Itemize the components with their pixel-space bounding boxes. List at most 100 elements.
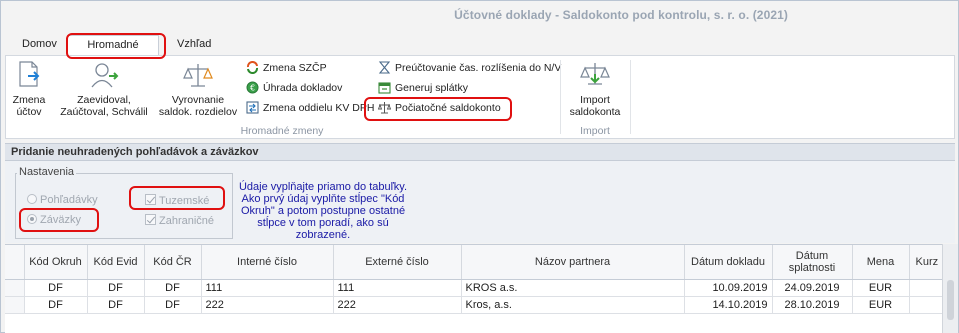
hourglass-icon xyxy=(378,61,391,74)
refresh-icon xyxy=(247,60,258,75)
user-check-icon xyxy=(91,63,119,88)
data-grid: Kód Okruh Kód Evid Kód ČR Interné číslo … xyxy=(5,244,955,333)
svg-text:€: € xyxy=(250,84,255,93)
cell[interactable]: 14.10.2019 xyxy=(684,296,773,314)
balance-differences-button[interactable]: Vyrovnanie saldok. rozdielov xyxy=(158,60,238,118)
col-datum-splatnosti[interactable]: Dátum splatnosti xyxy=(772,245,853,280)
table-row[interactable]: DF DF DF 111 111 KROS a.s. 10.09.2019 24… xyxy=(5,279,955,297)
cell[interactable]: KROS a.s. xyxy=(461,279,685,297)
record-approve-label-2: Zaúčtoval, Schválil xyxy=(60,106,148,118)
change-kv-dph-label: Zmena oddielu KV DPH xyxy=(263,102,375,114)
radio-selected-icon xyxy=(27,214,37,224)
change-accounts-button[interactable]: Zmena účtov xyxy=(12,60,46,118)
change-kv-dph-item[interactable]: Zmena oddielu KV DPH xyxy=(246,100,374,116)
row-selector[interactable] xyxy=(5,279,25,297)
pay-documents-item[interactable]: € Úhrada dokladov xyxy=(246,80,342,96)
col-nazov-partnera[interactable]: Názov partnera xyxy=(461,245,685,280)
title-bar: Účtovné doklady - Saldokonto pod kontrol… xyxy=(1,1,958,31)
ribbon-tabs: Domov Hromadné zmeny Vzhľad xyxy=(1,33,958,69)
group-separator-end xyxy=(630,60,631,134)
settings-legend: Nastavenia xyxy=(17,166,77,178)
col-mena[interactable]: Mena xyxy=(852,245,910,280)
change-szcp-item[interactable]: Zmena SZČP xyxy=(246,60,327,76)
checkbox-checked-icon xyxy=(145,194,156,205)
import-balance-button[interactable]: Import saldokonta xyxy=(564,60,626,118)
generate-installments-label: Generuj splátky xyxy=(395,82,468,94)
tab-home[interactable]: Domov xyxy=(16,35,63,55)
cell[interactable]: 10.09.2019 xyxy=(684,279,773,297)
cell[interactable]: DF xyxy=(87,279,145,297)
grid-table: Kód Okruh Kód Evid Kód ČR Interné číslo … xyxy=(5,245,955,314)
scrollbar-thumb[interactable] xyxy=(947,280,954,320)
pay-documents-label: Úhrada dokladov xyxy=(263,82,343,94)
euro-coin-icon: € xyxy=(246,81,259,94)
payables-label: Záväzky xyxy=(40,214,81,226)
row-selector[interactable] xyxy=(5,296,25,314)
cell[interactable]: 111 xyxy=(201,279,334,297)
col-kod-cr[interactable]: Kód ČR xyxy=(144,245,202,280)
generate-installments-item[interactable]: Generuj splátky xyxy=(378,80,468,96)
balance-differences-label-2: saldok. rozdielov xyxy=(158,106,238,118)
cell[interactable]: DF xyxy=(144,279,202,297)
record-approve-label-1: Zaevidoval, xyxy=(77,94,131,106)
panel-title: Pridanie neuhradených pohľadávok a záväz… xyxy=(5,143,955,161)
section-change-icon xyxy=(246,101,259,114)
window-title: Účtovné doklady - Saldokonto pod kontrol… xyxy=(454,8,788,22)
cell[interactable]: 24.09.2019 xyxy=(772,279,853,297)
checkbox-checked-icon xyxy=(145,214,156,225)
initial-balance-item[interactable]: Počiatočné saldokonto xyxy=(377,100,501,116)
domestic-label: Tuzemské xyxy=(159,195,210,207)
cell[interactable]: DF xyxy=(87,296,145,314)
foreign-checkbox[interactable]: Zahraničné xyxy=(145,214,214,227)
rebook-accruals-item[interactable]: Preúčtovanie čas. rozlíšenia do N/V xyxy=(378,60,561,76)
cell[interactable]: EUR xyxy=(852,296,910,314)
cell[interactable]: EUR xyxy=(852,279,910,297)
cell[interactable]: DF xyxy=(24,279,88,297)
ribbon: Zmena účtov Zaevidoval, Zaúčtoval, Schvá… xyxy=(5,55,955,139)
group-label-bulk-changes: Hromadné zmeny xyxy=(240,125,324,137)
import-balance-label-1: Import xyxy=(580,94,610,106)
group-label-import: Import xyxy=(580,125,610,137)
cell[interactable]: DF xyxy=(24,296,88,314)
import-balance-label-2: saldokonta xyxy=(569,106,621,118)
col-kod-evid[interactable]: Kód Evid xyxy=(87,245,145,280)
settings-area: Nastavenia Pohľadávky Záväzky Tuzemské Z… xyxy=(5,161,955,243)
receivables-label: Pohľadávky xyxy=(40,194,98,206)
cell[interactable]: 222 xyxy=(201,296,334,314)
scales-small-icon xyxy=(377,102,392,114)
change-szcp-label: Zmena SZČP xyxy=(263,62,327,74)
row-selector-header xyxy=(5,245,25,280)
table-row[interactable]: DF DF DF 222 222 Kros, a.s. 14.10.2019 2… xyxy=(5,296,955,314)
tab-view[interactable]: Vzhľad xyxy=(171,35,217,55)
instructions-text: Údaje vyplňajte priamo do tabuľky. Ako p… xyxy=(238,181,408,241)
receivables-radio[interactable]: Pohľadávky xyxy=(27,194,98,206)
grid-header-row: Kód Okruh Kód Evid Kód ČR Interné číslo … xyxy=(5,245,955,280)
record-approve-button[interactable]: Zaevidoval, Zaúčtoval, Schválil xyxy=(56,60,152,118)
initial-balance-label: Počiatočné saldokonto xyxy=(395,102,501,114)
rebook-accruals-label: Preúčtovanie čas. rozlíšenia do N/V xyxy=(395,62,562,74)
change-accounts-label-1: Zmena xyxy=(12,94,46,106)
col-kod-okruh[interactable]: Kód Okruh xyxy=(24,245,88,280)
foreign-label: Zahraničné xyxy=(159,215,215,227)
cell[interactable]: DF xyxy=(144,296,202,314)
col-datum-dokladu[interactable]: Dátum dokladu xyxy=(684,245,773,280)
change-accounts-label-2: účtov xyxy=(16,106,42,118)
document-arrow-icon xyxy=(19,61,40,87)
vertical-scrollbar[interactable] xyxy=(942,244,958,333)
tab-bulk-changes[interactable]: Hromadné zmeny xyxy=(67,35,159,69)
cell[interactable]: 28.10.2019 xyxy=(772,296,853,314)
group-separator xyxy=(560,60,561,134)
cell[interactable]: 111 xyxy=(333,279,462,297)
col-interne-cislo[interactable]: Interné číslo xyxy=(201,245,334,280)
col-externe-cislo[interactable]: Externé číslo xyxy=(333,245,462,280)
cell[interactable]: Kros, a.s. xyxy=(461,296,685,314)
scales-import-icon xyxy=(580,63,610,85)
payables-radio[interactable]: Záväzky xyxy=(27,214,81,226)
balance-differences-label-1: Vyrovnanie xyxy=(171,94,225,106)
calendar-icon xyxy=(378,82,391,94)
cell[interactable]: 222 xyxy=(333,296,462,314)
scales-icon xyxy=(183,64,213,87)
radio-icon xyxy=(27,194,37,204)
app-window: Účtovné doklady - Saldokonto pod kontrol… xyxy=(0,0,959,333)
domestic-checkbox[interactable]: Tuzemské xyxy=(145,194,209,207)
